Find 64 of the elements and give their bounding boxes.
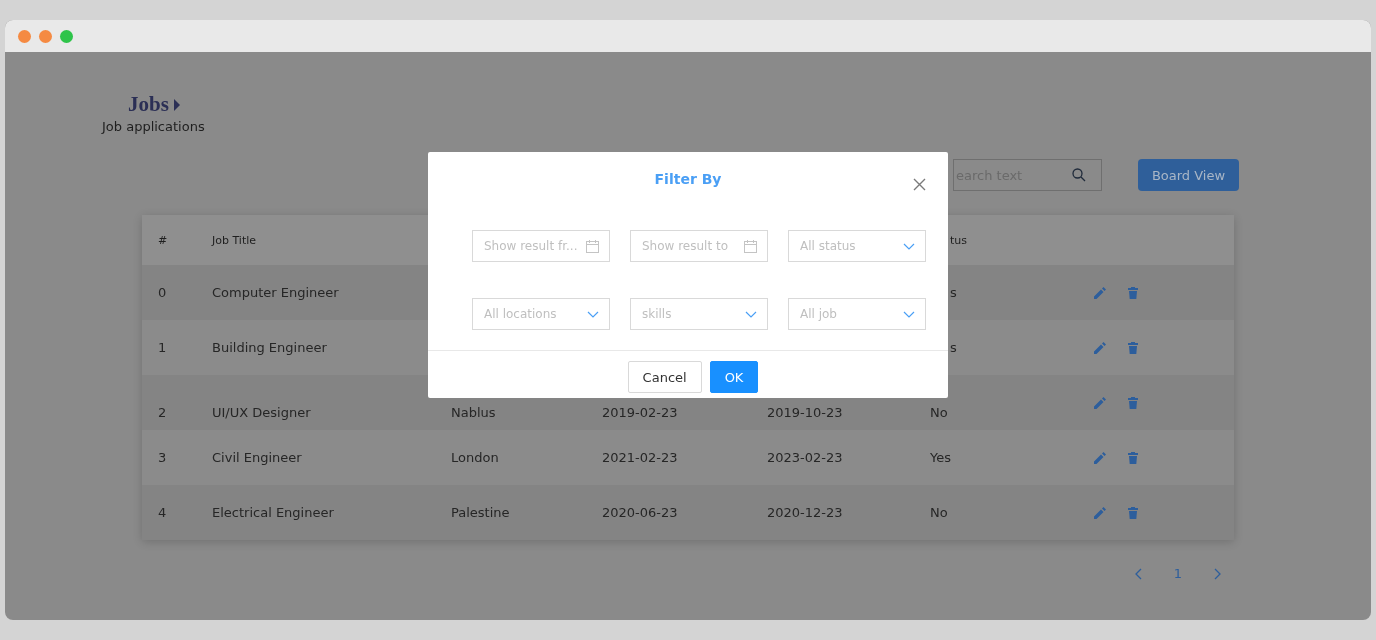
table-cell: 2020-06-23 xyxy=(602,505,678,520)
table-cell: 2019-02-23 xyxy=(602,405,678,420)
chevron-down-icon xyxy=(903,310,915,318)
table-cell: Nablus xyxy=(451,405,496,420)
table-cell: Electrical Engineer xyxy=(212,505,334,520)
trash-icon[interactable] xyxy=(1128,451,1138,464)
edit-icon[interactable] xyxy=(1094,341,1106,354)
table-cell: Computer Engineer xyxy=(212,285,339,300)
search-icon xyxy=(1072,168,1086,182)
ok-button[interactable]: OK xyxy=(709,361,759,393)
table-cell: s xyxy=(950,340,957,355)
table-cell: 2019-10-23 xyxy=(767,405,843,420)
calendar-icon xyxy=(744,239,757,253)
trash-icon[interactable] xyxy=(1128,396,1138,409)
table-cell: London xyxy=(451,450,499,465)
page-title: Jobs xyxy=(128,92,169,117)
column-header: # xyxy=(158,233,168,247)
select-field[interactable]: All locations xyxy=(472,298,610,330)
date-field[interactable]: Show result fr... xyxy=(472,230,610,262)
date-field[interactable]: Show result to xyxy=(630,230,768,262)
table-cell: Building Engineer xyxy=(212,340,327,355)
table-cell: No xyxy=(930,505,948,520)
table-cell: Civil Engineer xyxy=(212,450,302,465)
window-button[interactable] xyxy=(18,29,31,43)
column-header: tus xyxy=(950,233,967,247)
page-subtitle: Job applications xyxy=(102,119,206,134)
table-cell: 2 xyxy=(158,405,167,420)
table-cell: 0 xyxy=(158,285,167,300)
chevron-down-icon xyxy=(587,310,599,318)
previous-page-icon[interactable] xyxy=(1134,567,1142,580)
chevron-down-icon xyxy=(903,242,915,250)
table-cell: 3 xyxy=(158,450,167,465)
table-cell: Palestine xyxy=(451,505,510,520)
trash-icon[interactable] xyxy=(1128,506,1138,519)
select-field[interactable]: All job xyxy=(788,298,926,330)
caret-icon xyxy=(173,98,180,111)
chevron-down-icon xyxy=(745,310,757,318)
table-cell: 2023-02-23 xyxy=(767,450,843,465)
select-field[interactable]: All status xyxy=(788,230,926,262)
cancel-button[interactable]: Cancel xyxy=(627,361,702,393)
edit-icon[interactable] xyxy=(1094,506,1106,519)
table-cell: 4 xyxy=(158,505,167,520)
close-icon[interactable] xyxy=(913,178,926,191)
table-cell: 2021-02-23 xyxy=(602,450,678,465)
table-cell: s xyxy=(950,285,957,300)
trash-icon[interactable] xyxy=(1128,341,1138,354)
dialog-title: Filter By xyxy=(653,170,723,187)
board-view-button[interactable]: Board View xyxy=(1138,159,1239,191)
table-cell: No xyxy=(930,405,948,420)
window-button[interactable] xyxy=(60,29,73,43)
trash-icon[interactable] xyxy=(1128,286,1138,299)
table-cell: 2020-12-23 xyxy=(767,505,843,520)
page-number[interactable]: 1 xyxy=(1173,566,1182,581)
next-page-icon[interactable] xyxy=(1214,567,1221,580)
table-cell: Yes xyxy=(930,450,951,465)
edit-icon[interactable] xyxy=(1094,286,1106,299)
window-button[interactable] xyxy=(39,29,52,43)
select-field[interactable]: skills xyxy=(630,298,768,330)
calendar-icon xyxy=(586,239,599,253)
edit-icon[interactable] xyxy=(1094,396,1106,409)
column-header: Job Title xyxy=(212,233,257,247)
table-cell: UI/UX Designer xyxy=(212,405,311,420)
table-cell: 1 xyxy=(158,340,167,355)
edit-icon[interactable] xyxy=(1094,451,1106,464)
